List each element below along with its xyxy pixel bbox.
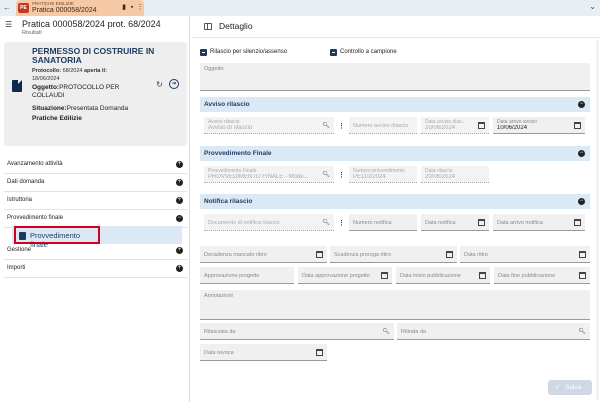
document-icon xyxy=(19,232,26,240)
collapse-icon: − xyxy=(578,150,585,157)
data-ritiro-field[interactable]: Data ritiro xyxy=(460,246,590,263)
expand-icon: + xyxy=(176,247,183,254)
checkbox-icon xyxy=(330,49,337,56)
search-icon[interactable]: 🔍︎ xyxy=(322,219,330,226)
approvazione-progetto-field[interactable]: Approvazione progetto xyxy=(200,267,294,284)
detail-panel: Dettaglio Rilascio per silenzio/assenso … xyxy=(192,16,600,402)
detail-header: Dettaglio xyxy=(192,16,600,38)
data-avviso-field[interactable]: Data avviso rilas... 20/06/2024 xyxy=(421,117,489,134)
decadenza-ritiro-field[interactable]: Decadenza mancato ritiro xyxy=(200,246,327,263)
data-arrivo-avviso-field[interactable]: Data arrivo avviso 10/06/2024 xyxy=(493,117,585,134)
tab-pratica[interactable]: PE PRATICHE EDILIZIE Pratica 000058/2024… xyxy=(16,0,144,16)
tab-title: Pratica 000058/2024 xyxy=(32,7,97,14)
save-button[interactable]: ✓ Salva xyxy=(548,380,592,395)
calendar-icon[interactable] xyxy=(574,122,581,129)
calendar-icon[interactable] xyxy=(381,272,388,279)
results-link[interactable]: Risultati xyxy=(22,30,42,36)
data-notifica-field[interactable]: Data notifica xyxy=(421,214,489,231)
section-provvedimento-finale[interactable]: Provvedimento Finale − xyxy=(200,146,590,161)
oggetto-field[interactable]: Oggetto xyxy=(200,63,590,91)
section-notifica-rilascio[interactable]: Notifica rilascio − xyxy=(200,194,590,209)
checkbox-silenzio-assenso[interactable]: Rilascio per silenzio/assenso xyxy=(200,49,310,57)
subject-line: Oggetto:PROTOCOLLO PER COLLAUDI xyxy=(32,84,120,99)
more-options-icon[interactable]: ⋮ xyxy=(338,171,345,179)
section-avviso-rilascio[interactable]: Avviso rilascio − xyxy=(200,97,590,112)
data-arrivo-notifica-field[interactable]: Data arrivo notifica xyxy=(493,214,585,231)
calendar-icon[interactable] xyxy=(478,219,485,226)
data-fine-pubblicazione-field[interactable]: Data fine pubblicazione xyxy=(494,267,590,284)
calendar-icon[interactable] xyxy=(579,272,586,279)
expand-icon: + xyxy=(176,197,183,204)
arrow-right-circle-icon[interactable]: ➜ xyxy=(169,79,179,89)
data-approvazione-field[interactable]: Data approvazione progetto xyxy=(298,267,392,284)
search-icon[interactable]: 🔍︎ xyxy=(322,122,330,129)
more-vert-icon[interactable]: ⋮ xyxy=(136,3,144,13)
calendar-icon[interactable] xyxy=(446,251,453,258)
expand-icon: + xyxy=(176,265,183,272)
data-inizio-pubblicazione-field[interactable]: Data inizio pubblicazione xyxy=(396,267,490,284)
calendar-icon[interactable] xyxy=(316,349,323,356)
check-icon: ✓ xyxy=(555,384,561,391)
ritirata-da-field[interactable]: Ritirata da 🔍︎ xyxy=(397,323,590,340)
pin-icon[interactable]: ▪ xyxy=(128,3,136,13)
numero-provvedimento-field[interactable]: Numero provvedimento PE110/2024 xyxy=(349,166,417,183)
browser-tabbar: ← PE PRATICHE EDILIZIE Pratica 000058/20… xyxy=(0,0,600,16)
detail-title: Dettaglio xyxy=(219,21,253,31)
data-rilascio-field[interactable]: Data rilascio 20/06/2024 xyxy=(421,166,489,183)
calendar-icon[interactable] xyxy=(316,251,323,258)
checkbox-icon xyxy=(200,49,207,56)
accordion-avanzamento[interactable]: Avanzamento attività + xyxy=(4,156,187,174)
accordion-istruttoria[interactable]: Istruttoria + xyxy=(4,192,187,210)
pratica-card: PERMESSO DI COSTRUIRE IN SANATORIA Proto… xyxy=(4,42,187,146)
accordion-gestione[interactable]: Gestione + xyxy=(4,242,187,260)
numero-avviso-field[interactable]: Numero avviso rilascio xyxy=(349,117,417,134)
page-title: Pratica 000058/2024 prot. 68/2024 xyxy=(22,19,161,29)
left-panel: ☰ Pratica 000058/2024 prot. 68/2024 Risu… xyxy=(0,16,190,402)
opened-date: 18/06/2024 xyxy=(32,76,60,82)
pratica-type: PERMESSO DI COSTRUIRE IN SANATORIA xyxy=(32,46,155,65)
scadenza-proroga-field[interactable]: Scadenza proroga ritiro xyxy=(330,246,457,263)
tab-app-label: PRATICHE EDILIZIE xyxy=(32,1,74,6)
status-line: Situazione:Presentata Domanda xyxy=(32,105,129,112)
bookmark-icon[interactable]: ▮ xyxy=(120,3,128,13)
rilasciata-da-field[interactable]: Rilasciata da 🔍︎ xyxy=(200,323,394,340)
collapse-icon: − xyxy=(176,215,183,222)
category-label: Pratiche Edilizie xyxy=(32,115,82,122)
scrollbar[interactable] xyxy=(596,40,599,400)
left-header: ☰ Pratica 000058/2024 prot. 68/2024 Risu… xyxy=(0,16,190,40)
back-arrow-icon[interactable]: ← xyxy=(2,3,12,13)
calendar-icon[interactable] xyxy=(574,219,581,226)
documento-notifica-field[interactable]: Documento di notifica rilascio 🔍︎ xyxy=(204,214,334,231)
expand-icon: + xyxy=(176,161,183,168)
refresh-icon[interactable]: ↻ xyxy=(155,80,164,89)
provvedimento-finale-field[interactable]: Provvedimento Finale PROVVEDIMENTO FINAL… xyxy=(204,166,334,183)
search-icon[interactable]: 🔍︎ xyxy=(382,328,390,335)
more-options-icon[interactable]: ⋮ xyxy=(338,219,345,227)
chevron-down-icon[interactable]: ⌄ xyxy=(589,2,596,11)
search-icon[interactable]: 🔍︎ xyxy=(322,171,330,178)
menu-icon[interactable]: ☰ xyxy=(5,20,12,29)
avviso-rilascio-field[interactable]: Avviso rilascio Avviso di rilascio 🔍︎ xyxy=(204,117,334,134)
more-options-icon[interactable]: ⋮ xyxy=(338,122,345,130)
protocol-line: Protocollo: 68/2024 aperta il: xyxy=(32,68,107,74)
numero-notifica-field[interactable]: Numero notifica xyxy=(349,214,417,231)
expand-icon: + xyxy=(176,179,183,186)
app-logo: PE xyxy=(18,3,29,13)
checkbox-controllo-campione[interactable]: Controllo a campione xyxy=(330,49,420,57)
data-revoca-field[interactable]: Data revoca xyxy=(200,344,327,361)
accordion-dati-domanda[interactable]: Dati domanda + xyxy=(4,174,187,192)
calendar-icon[interactable] xyxy=(478,122,485,129)
accordion-importi[interactable]: Importi + xyxy=(4,260,187,278)
search-icon[interactable]: 🔍︎ xyxy=(578,328,586,335)
document-icon xyxy=(12,80,22,92)
collapse-icon: − xyxy=(578,198,585,205)
sidebar-toggle-icon[interactable] xyxy=(204,23,212,30)
calendar-icon[interactable] xyxy=(579,251,586,258)
annotazioni-field[interactable]: Annotazioni xyxy=(200,290,590,320)
collapse-icon: − xyxy=(578,101,585,108)
calendar-icon[interactable] xyxy=(479,272,486,279)
